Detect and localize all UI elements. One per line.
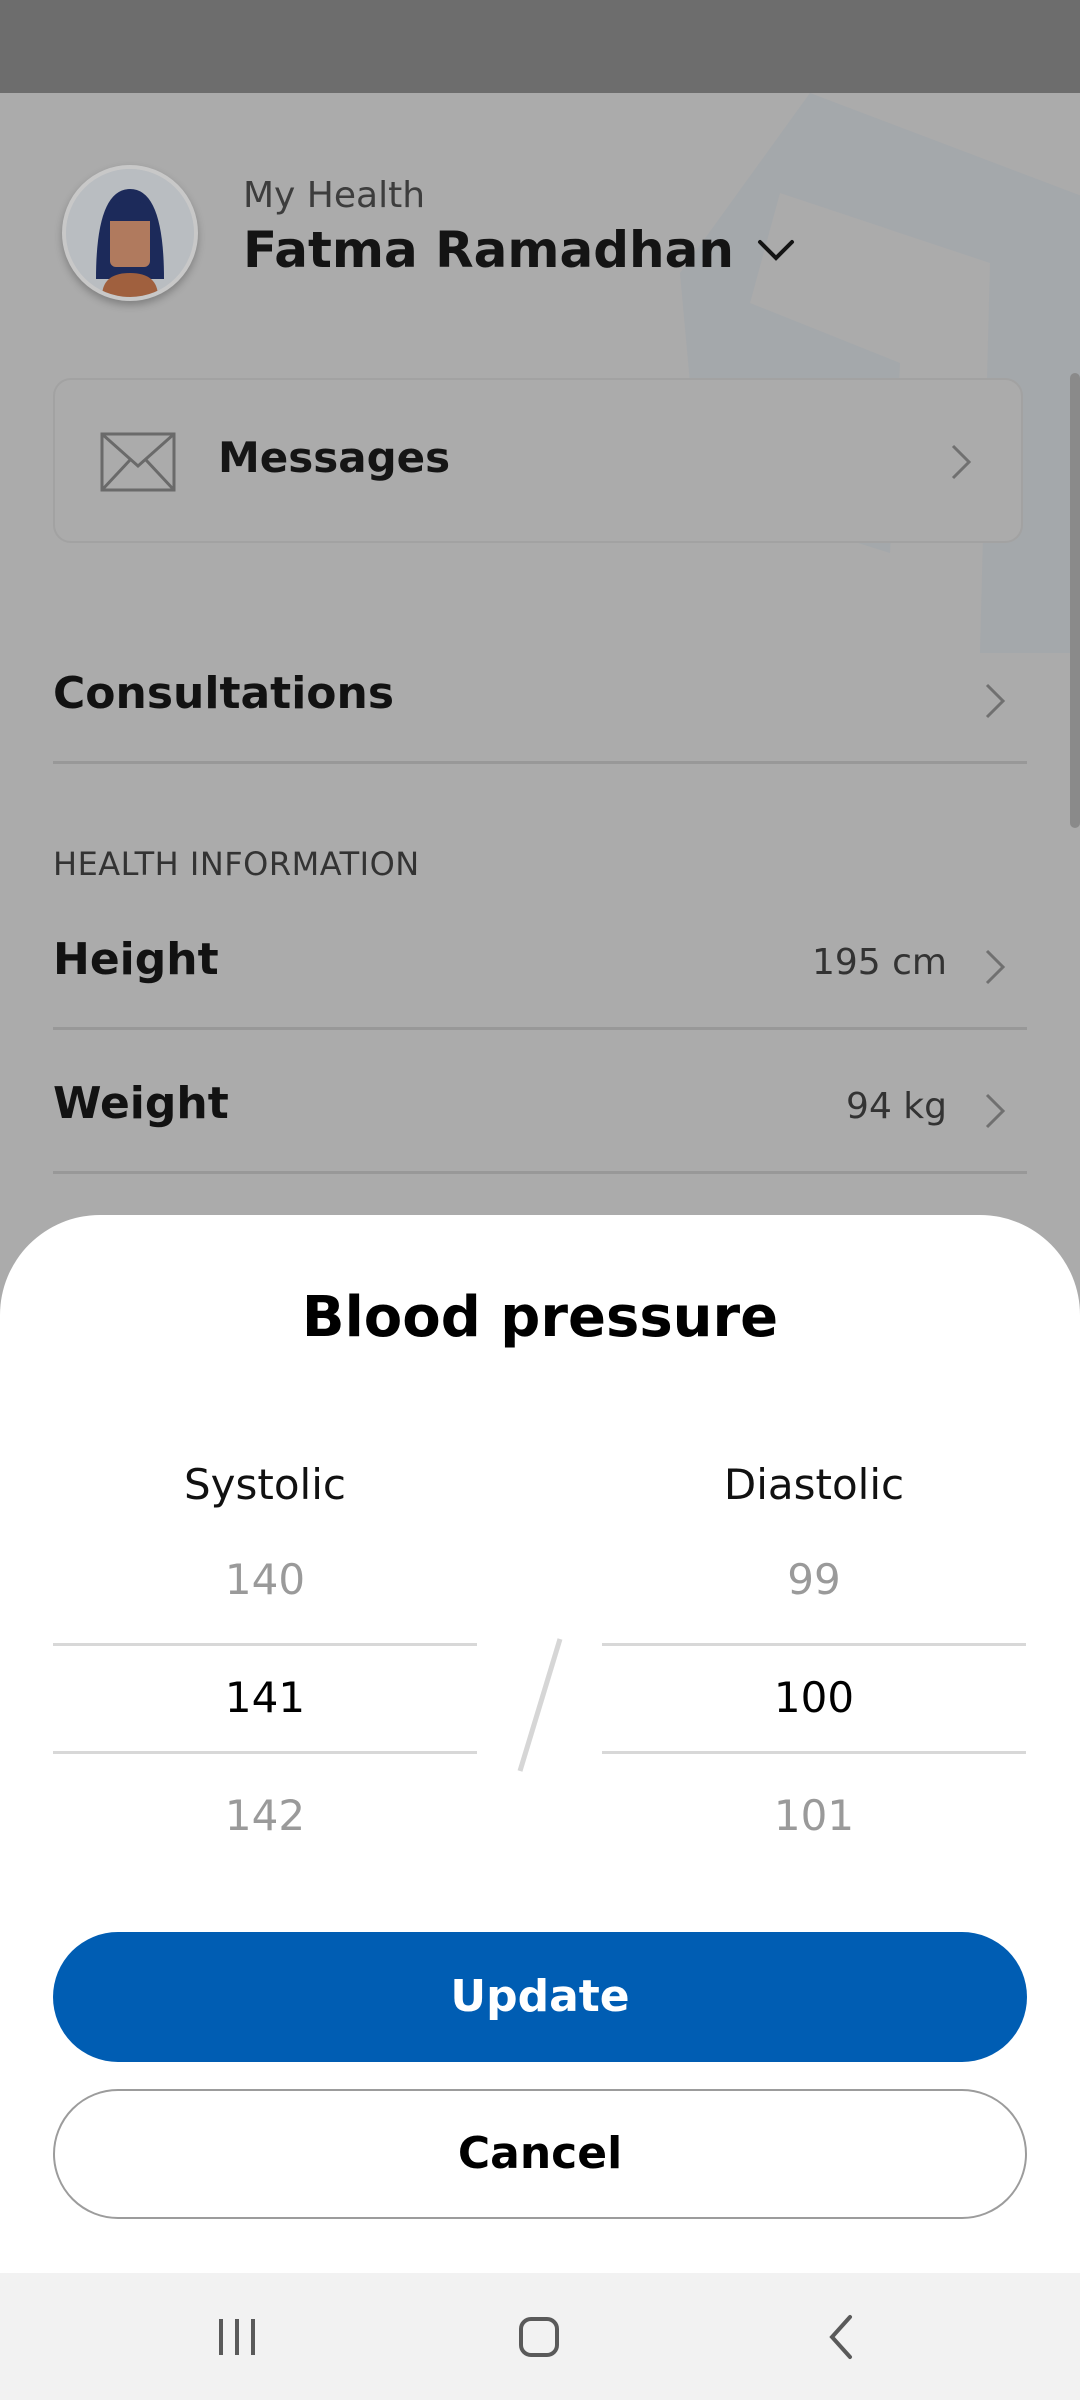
chevron-down-icon <box>757 240 794 261</box>
systolic-selected-value[interactable]: 141 <box>53 1673 477 1722</box>
chevron-right-icon <box>951 444 972 480</box>
weight-label: Weight <box>53 1078 229 1129</box>
cancel-button[interactable]: Cancel <box>53 2089 1027 2219</box>
home-icon[interactable] <box>509 2307 569 2367</box>
sheet-title: Blood pressure <box>301 1285 779 1350</box>
diastolic-selected-value[interactable]: 100 <box>602 1673 1026 1722</box>
section-title: HEALTH INFORMATION <box>53 845 420 883</box>
height-row[interactable]: Height 195 cm <box>53 886 1027 1030</box>
avatar-person-icon <box>66 169 194 297</box>
diastolic-option-above[interactable]: 99 <box>602 1555 1026 1604</box>
back-icon[interactable] <box>812 2307 872 2367</box>
recent-apps-icon[interactable] <box>207 2307 267 2367</box>
chevron-right-icon <box>985 1093 1006 1129</box>
envelope-icon <box>100 432 176 492</box>
scrollbar[interactable] <box>1070 373 1080 828</box>
weight-value: 94 kg <box>846 1086 947 1127</box>
picker-divider <box>602 1751 1026 1754</box>
navigation-bar <box>0 2273 1080 2400</box>
consultations-label: Consultations <box>53 668 395 719</box>
height-value: 195 cm <box>811 942 947 983</box>
weight-row[interactable]: Weight 94 kg <box>53 1030 1027 1174</box>
avatar[interactable] <box>62 165 198 301</box>
profile-switcher[interactable]: Fatma Ramadhan <box>243 221 796 279</box>
systolic-option-above[interactable]: 140 <box>53 1555 477 1604</box>
my-health-page: My Health Fatma Ramadhan Messages Consul… <box>0 93 1080 1215</box>
chevron-right-icon <box>985 683 1006 719</box>
blood-pressure-sheet: Blood pressure Systolic 140 141 142 Dias… <box>0 1215 1080 2273</box>
diastolic-option-below[interactable]: 101 <box>602 1791 1026 1840</box>
height-label: Height <box>53 934 219 985</box>
picker-divider <box>53 1643 477 1646</box>
diastolic-label: Diastolic <box>723 1460 905 1509</box>
picker-divider <box>602 1643 1026 1646</box>
systolic-option-below[interactable]: 142 <box>53 1791 477 1840</box>
consultations-row[interactable]: Consultations <box>53 620 1027 764</box>
messages-card[interactable]: Messages <box>53 378 1023 543</box>
background-logo-icon <box>680 93 1080 653</box>
chevron-right-icon <box>985 949 1006 985</box>
update-button[interactable]: Update <box>53 1932 1027 2062</box>
status-bar <box>0 0 1080 93</box>
header-subtitle: My Health <box>243 175 426 216</box>
slash-separator-icon <box>517 1638 563 1772</box>
picker-divider <box>53 1751 477 1754</box>
systolic-label: Systolic <box>184 1460 346 1509</box>
profile-name: Fatma Ramadhan <box>243 221 734 279</box>
messages-label: Messages <box>218 433 451 482</box>
